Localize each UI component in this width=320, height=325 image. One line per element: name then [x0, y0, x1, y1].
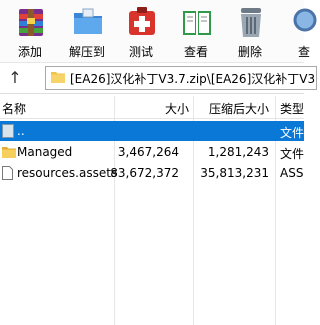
- row-type: 文件: [280, 126, 305, 140]
- view-button[interactable]: 查看: [172, 2, 220, 60]
- add-button[interactable]: 添加: [6, 2, 54, 60]
- find-label: 查: [297, 45, 310, 59]
- add-archive-icon: [19, 9, 43, 36]
- list-row[interactable]: Managed 3,467,264 1,281,243 文件: [0, 142, 304, 162]
- add-label: 添加: [17, 45, 42, 59]
- row-size: 3,467,264: [117, 145, 179, 159]
- up-arrow-icon[interactable]: ↑: [4, 67, 26, 89]
- row-name: Managed: [17, 145, 73, 159]
- test-label: 测试: [128, 45, 153, 59]
- address-row: ↑ [EA26]汉化补丁V3.7.zip\[EA26]汉化补丁V3: [0, 63, 317, 94]
- test-button[interactable]: 测试: [117, 2, 165, 60]
- list-row-parent[interactable]: .. 文件: [0, 121, 304, 141]
- row-type: ASS: [280, 166, 304, 180]
- view-book-icon: [183, 11, 211, 35]
- test-kit-icon: [129, 7, 155, 35]
- row-size: 83,672,372: [110, 166, 179, 180]
- list-row[interactable]: resources.assets 83,672,372 35,813,231 A…: [0, 163, 304, 183]
- row-name: ..: [17, 124, 25, 138]
- delete-button[interactable]: 删除: [226, 2, 274, 60]
- parent-folder-icon: [2, 124, 14, 138]
- find-icon: [293, 8, 317, 32]
- column-header: 名称 大小 压缩后大小 类型: [0, 96, 304, 119]
- column-type[interactable]: 类型: [280, 100, 304, 117]
- find-button[interactable]: 查: [280, 2, 320, 60]
- folder-icon: [2, 147, 16, 158]
- delete-label: 删除: [237, 45, 262, 59]
- extract-to-label: 解压到: [68, 45, 105, 59]
- column-name[interactable]: 名称: [2, 100, 26, 117]
- path-text: [EA26]汉化补丁V3.7.zip\[EA26]汉化补丁V3: [70, 72, 316, 86]
- row-packed-size: 1,281,243: [207, 145, 269, 159]
- column-packed-size[interactable]: 压缩后大小: [209, 100, 269, 117]
- extract-folder-icon: [74, 8, 102, 34]
- trash-bin-icon: [241, 8, 261, 37]
- file-icon: [2, 166, 13, 180]
- path-field[interactable]: [EA26]汉化补丁V3.7.zip\[EA26]汉化补丁V3: [45, 66, 317, 90]
- column-size[interactable]: 大小: [165, 100, 189, 117]
- extract-to-button[interactable]: 解压到: [63, 2, 111, 60]
- row-name: resources.assets: [17, 166, 118, 180]
- folder-icon: [51, 72, 65, 83]
- row-type: 文件: [280, 147, 305, 161]
- toolbar: 添加 解压到 测试 查看 删除 查: [0, 0, 317, 63]
- view-label: 查看: [183, 45, 208, 59]
- row-packed-size: 35,813,231: [200, 166, 269, 180]
